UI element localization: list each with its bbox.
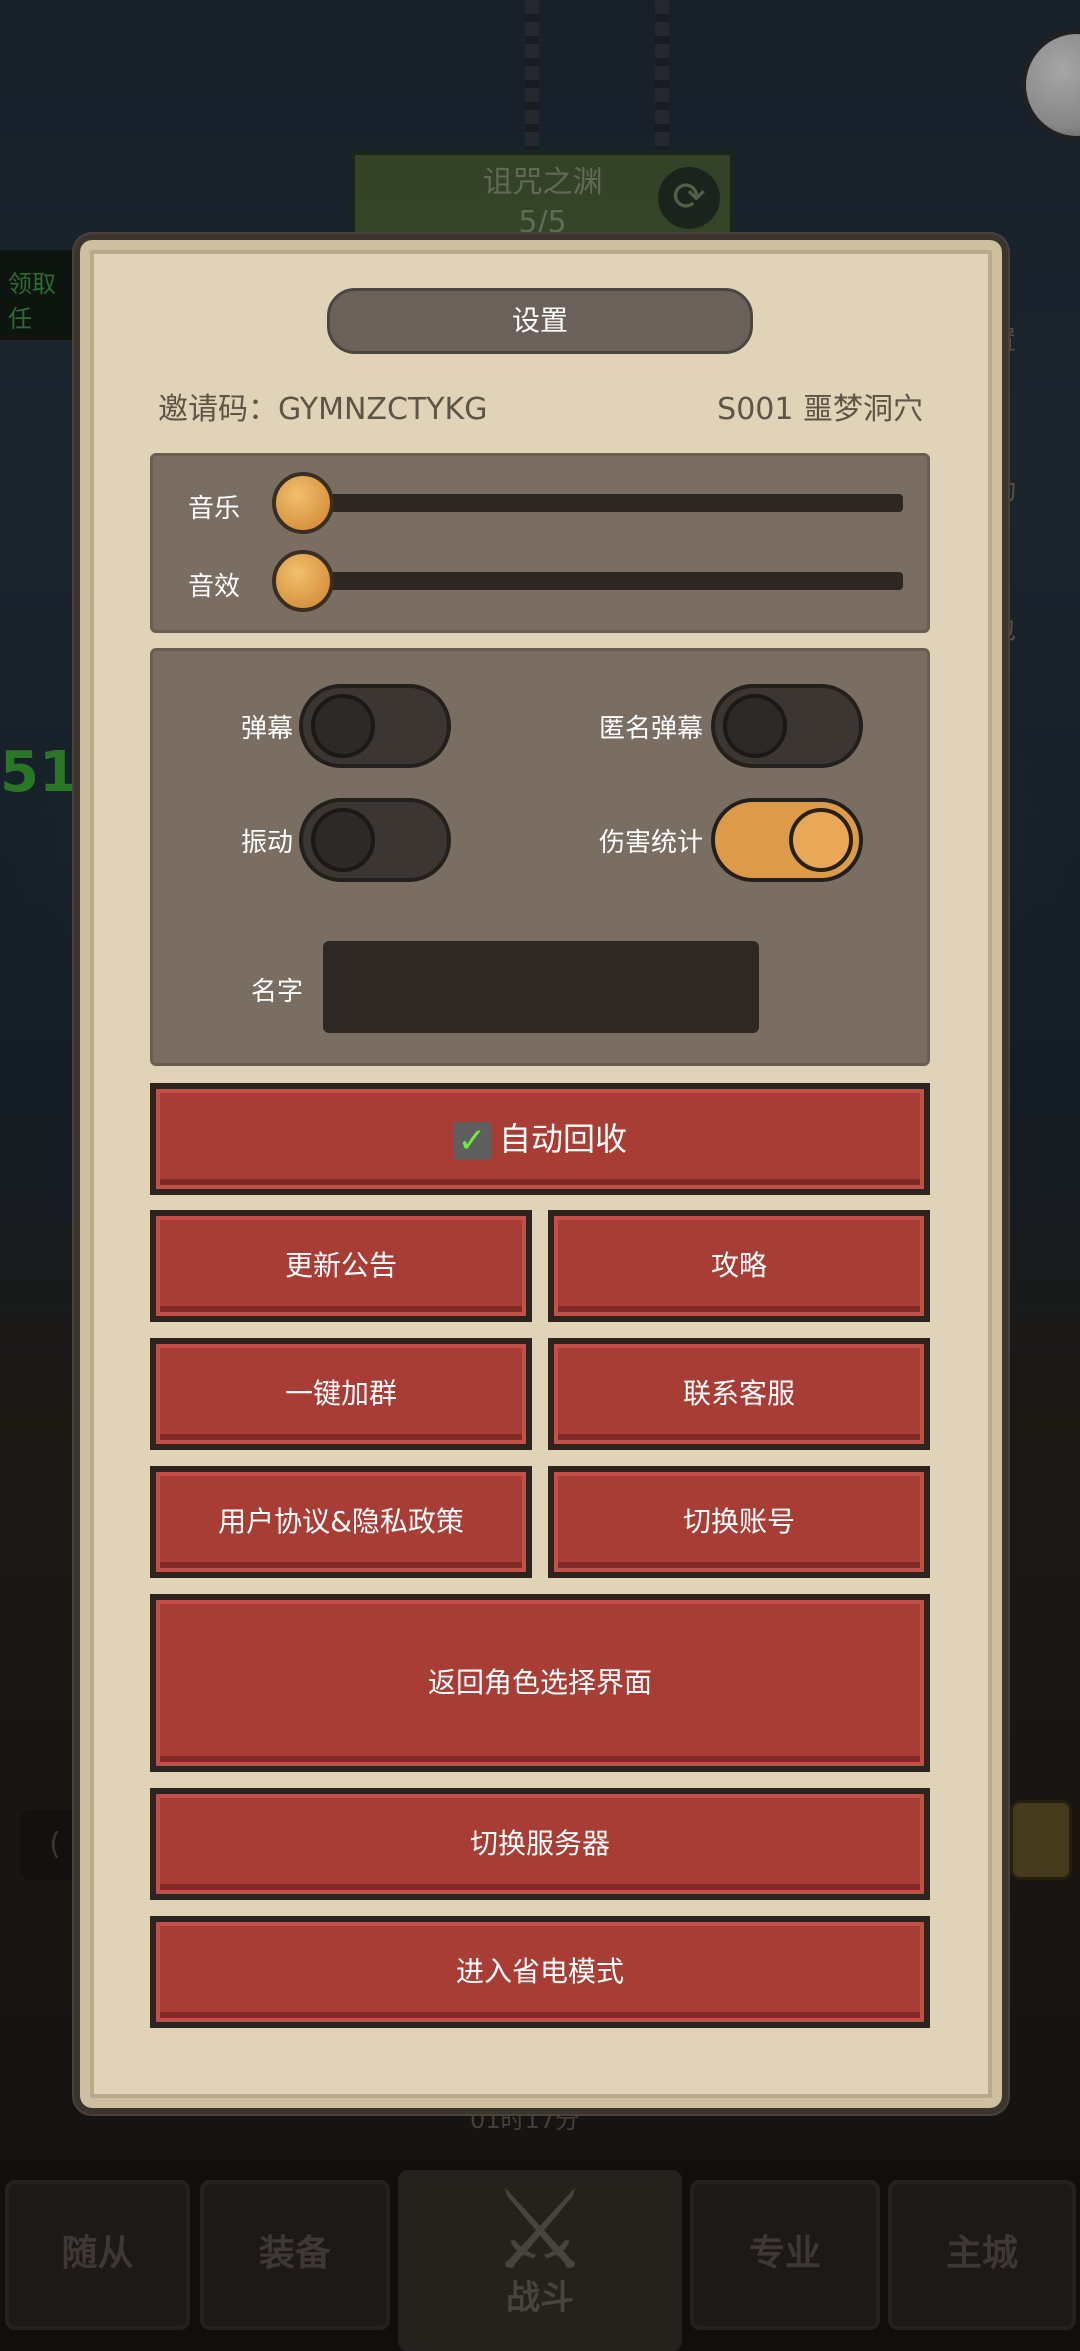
music-slider-track[interactable] bbox=[273, 494, 903, 512]
invite-code[interactable]: 邀请码：GYMNZCTYKG bbox=[158, 384, 487, 428]
vibration-label: 振动 bbox=[240, 828, 293, 858]
switch-account-button[interactable]: 切换账号 bbox=[548, 1466, 930, 1578]
name-label: 名字 bbox=[250, 977, 303, 1007]
join-group-button[interactable]: 一键加群 bbox=[150, 1338, 532, 1450]
return-role-select-button[interactable]: 返回角色选择界面 bbox=[150, 1594, 930, 1772]
anon-barrage-toggle[interactable] bbox=[711, 684, 863, 768]
auto-recycle-button[interactable]: ✓ 自动回收 bbox=[150, 1083, 930, 1195]
checkbox-check-icon[interactable]: ✓ bbox=[452, 1122, 491, 1160]
damage-stats-toggle[interactable] bbox=[711, 798, 863, 882]
vibration-toggle[interactable] bbox=[299, 798, 451, 882]
auto-recycle-label: 自动回收 bbox=[498, 1120, 627, 1158]
server-name: S001 噩梦洞穴 bbox=[717, 392, 923, 427]
contact-service-button[interactable]: 联系客服 bbox=[548, 1338, 930, 1450]
toggle-knob bbox=[311, 694, 375, 758]
music-slider-knob[interactable] bbox=[272, 472, 334, 534]
update-notice-button[interactable]: 更新公告 bbox=[150, 1210, 532, 1322]
invite-row: 邀请码：GYMNZCTYKG S001 噩梦洞穴 bbox=[158, 384, 923, 427]
sfx-slider-track[interactable] bbox=[273, 572, 903, 590]
toggle-knob bbox=[789, 808, 853, 872]
barrage-toggle[interactable] bbox=[299, 684, 451, 768]
switch-server-button[interactable]: 切换服务器 bbox=[150, 1788, 930, 1900]
damage-stats-label: 伤害统计 bbox=[598, 828, 703, 858]
toggle-options: 弹幕 匿名弹幕 振动 伤害统计 名字 bbox=[150, 648, 930, 1066]
sfx-slider-knob[interactable] bbox=[272, 550, 334, 612]
volume-sliders: 音乐 音效 bbox=[150, 453, 930, 633]
sfx-label: 音效 bbox=[188, 572, 241, 602]
guide-button[interactable]: 攻略 bbox=[548, 1210, 930, 1322]
barrage-label: 弹幕 bbox=[240, 714, 293, 744]
anon-barrage-label: 匿名弹幕 bbox=[598, 714, 703, 744]
music-label: 音乐 bbox=[188, 494, 241, 524]
toggle-knob bbox=[311, 808, 375, 872]
name-field[interactable] bbox=[323, 941, 759, 1033]
settings-title: 设置 bbox=[327, 288, 753, 354]
agreement-button[interactable]: 用户协议&隐私政策 bbox=[150, 1466, 532, 1578]
toggle-knob bbox=[723, 694, 787, 758]
power-save-button[interactable]: 进入省电模式 bbox=[150, 1916, 930, 2028]
